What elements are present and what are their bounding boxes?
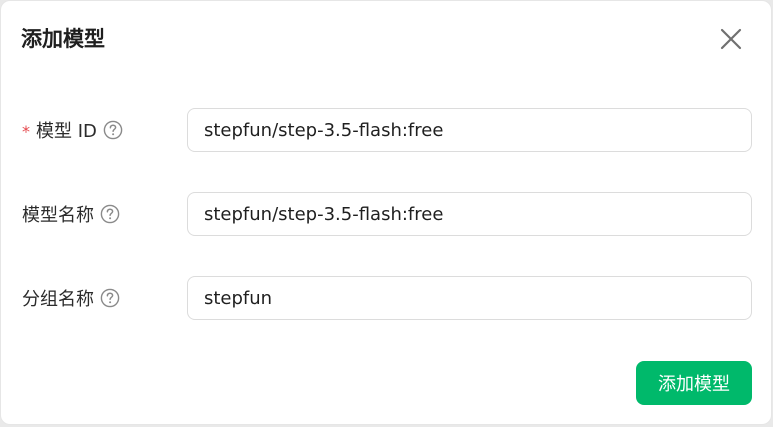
group-name-label: 分组名称 bbox=[22, 289, 94, 310]
model-name-input[interactable] bbox=[187, 192, 752, 236]
question-circle-icon[interactable] bbox=[103, 120, 123, 140]
model-id-input[interactable] bbox=[187, 108, 752, 152]
group-name-input[interactable] bbox=[187, 276, 752, 320]
model-id-label: 模型 ID bbox=[36, 121, 97, 142]
close-icon bbox=[717, 25, 745, 53]
question-circle-icon[interactable] bbox=[100, 204, 120, 224]
model-id-row: * 模型 ID bbox=[1, 108, 773, 152]
dialog-title: 添加模型 bbox=[21, 27, 105, 51]
model-name-label: 模型名称 bbox=[22, 205, 94, 226]
add-model-dialog: 添加模型 * 模型 ID 模型名称 bbox=[0, 0, 772, 425]
close-button[interactable] bbox=[717, 25, 745, 53]
required-mark: * bbox=[22, 121, 30, 141]
add-model-button[interactable]: 添加模型 bbox=[636, 361, 752, 405]
question-circle-icon[interactable] bbox=[100, 288, 120, 308]
group-name-label-group: 分组名称 bbox=[22, 276, 120, 320]
model-id-label-group: * 模型 ID bbox=[22, 108, 123, 152]
group-name-row: 分组名称 bbox=[1, 276, 773, 320]
model-name-row: 模型名称 bbox=[1, 192, 773, 236]
model-name-label-group: 模型名称 bbox=[22, 192, 120, 236]
